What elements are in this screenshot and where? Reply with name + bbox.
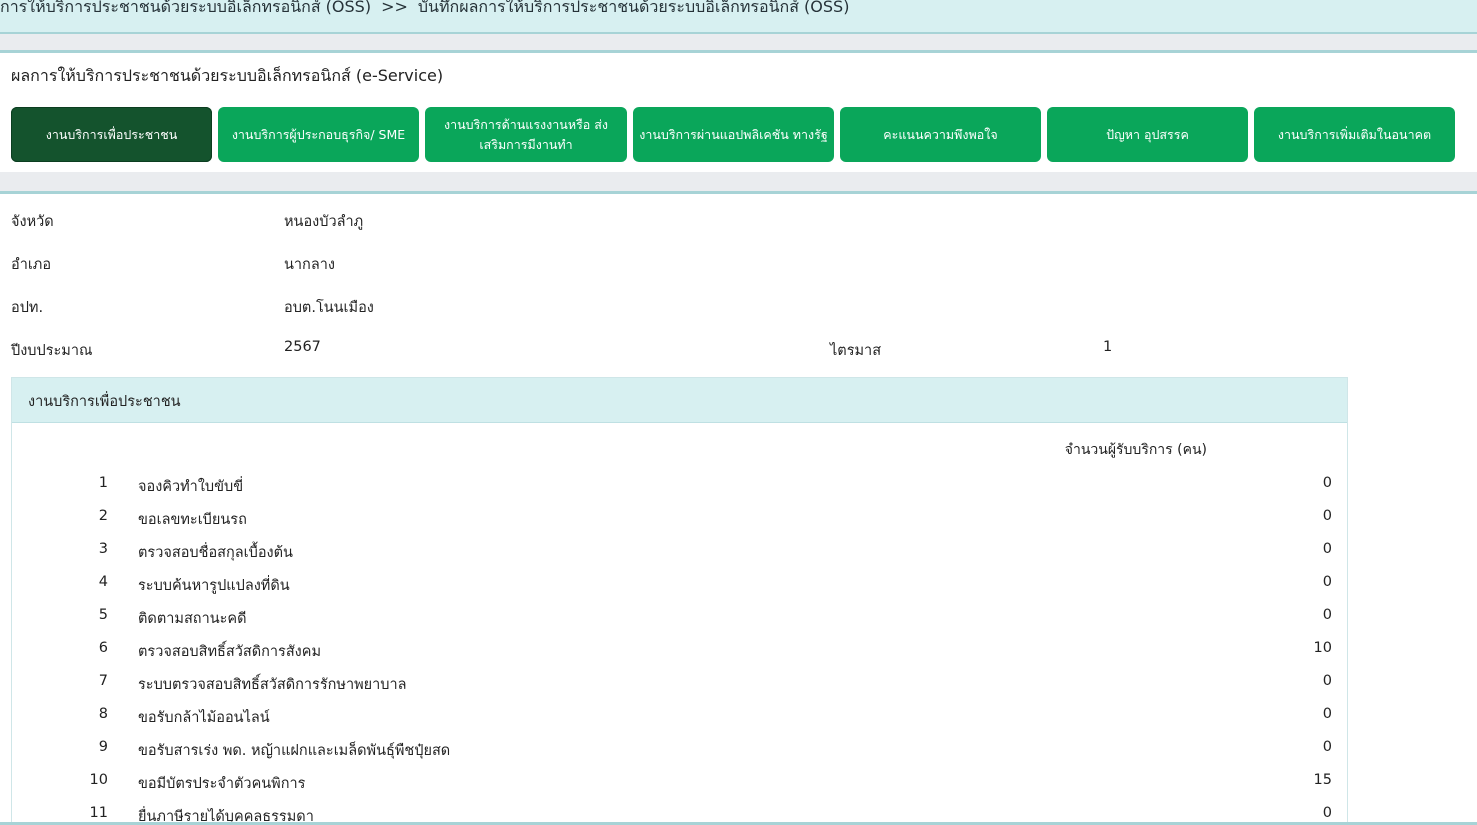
service-count: 0 bbox=[1322, 706, 1332, 722]
eservice-panel: ผลการให้บริการประชาชนด้วยระบบอิเล็กทรอนิ… bbox=[0, 50, 1477, 172]
breadcrumb-item-oss[interactable]: การให้บริการประชาชนด้วยระบบอิเล็กทรอนิกส… bbox=[0, 0, 371, 16]
service-count: 0 bbox=[1322, 739, 1332, 755]
tab-satisfaction-score[interactable]: คะแนนความพึงพอใจ bbox=[840, 107, 1041, 162]
row-number: 1 bbox=[98, 475, 108, 491]
row-number: 9 bbox=[98, 739, 108, 755]
row-number: 8 bbox=[98, 706, 108, 722]
tab-thangrat-app[interactable]: งานบริการผ่านแอปพลิเคชัน ทางรัฐ bbox=[633, 107, 834, 162]
district-value: นากลาง bbox=[284, 257, 335, 273]
service-record-panel: จังหวัด หนองบัวลำภู อำเภอ นากลาง อปท. อบ… bbox=[0, 191, 1477, 825]
row-number: 5 bbox=[98, 607, 108, 623]
table-row: 9 ขอรับสารเร่ง พด. หญ้าแฝกและเมล็ดพันธุ์พ… bbox=[12, 739, 1347, 772]
province-value: หนองบัวลำภู bbox=[284, 214, 364, 230]
service-name: ระบบตรวจสอบสิทธิ์สวัสดิการรักษาพยาบาล bbox=[138, 677, 407, 693]
service-name: ติดตามสถานะคดี bbox=[138, 611, 247, 627]
service-list: 1 จองคิวทำใบขับขี่ 0 2 ขอเลขทะเบียนรถ 0 3 ตรวจส… bbox=[12, 475, 1347, 825]
service-name: จองคิวทำใบขับขี่ bbox=[138, 479, 244, 495]
service-name: ขอมีบัตรประจำตัวคนพิการ bbox=[138, 776, 306, 792]
service-name: ขอรับสารเร่ง พด. หญ้าแฝกและเมล็ดพันธุ์พื… bbox=[138, 743, 451, 759]
public-service-card: งานบริการเพื่อประชาชน จำนวนผู้รับบริการ … bbox=[11, 377, 1348, 825]
tab-labor-employment[interactable]: งานบริการด้านแรงงานหรือ ส่งเสริมการมีงาน… bbox=[425, 107, 627, 162]
row-number: 7 bbox=[98, 673, 108, 689]
table-row: 2 ขอเลขทะเบียนรถ 0 bbox=[12, 508, 1347, 541]
table-row: 4 ระบบค้นหารูปแปลงที่ดิน 0 bbox=[12, 574, 1347, 607]
service-count: 0 bbox=[1322, 541, 1332, 557]
card-title: งานบริการเพื่อประชาชน bbox=[12, 378, 1347, 423]
tab-future-services[interactable]: งานบริการเพิ่มเติมในอนาคต bbox=[1254, 107, 1455, 162]
table-row: 10 ขอมีบัตรประจำตัวคนพิการ 15 bbox=[12, 772, 1347, 805]
row-number: 3 bbox=[98, 541, 108, 557]
table-row: 6 ตรวจสอบสิทธิ์สวัสดิการสังคม 10 bbox=[12, 640, 1347, 673]
district-label: อำเภอ bbox=[11, 257, 52, 273]
tab-business-sme[interactable]: งานบริการผู้ประกอบธุรกิจ/ SME bbox=[218, 107, 419, 162]
service-count: 0 bbox=[1322, 607, 1332, 623]
breadcrumb-separator: >> bbox=[381, 0, 408, 16]
service-count: 0 bbox=[1322, 475, 1332, 491]
service-name: ตรวจสอบสิทธิ์สวัสดิการสังคม bbox=[138, 644, 322, 660]
row-number: 10 bbox=[89, 772, 108, 788]
province-label: จังหวัด bbox=[11, 214, 54, 230]
row-number: 2 bbox=[98, 508, 108, 524]
table-row: 7 ระบบตรวจสอบสิทธิ์สวัสดิการรักษาพยาบาล 0 bbox=[12, 673, 1347, 706]
service-count: 0 bbox=[1322, 508, 1332, 524]
lao-value: อบต.โนนเมือง bbox=[284, 300, 374, 316]
quarter-value: 1 bbox=[1103, 339, 1113, 355]
service-name: ขอรับกล้าไม้ออนไลน์ bbox=[138, 710, 270, 726]
table-row: 5 ติดตามสถานะคดี 0 bbox=[12, 607, 1347, 640]
lao-label: อปท. bbox=[11, 300, 44, 316]
fiscal-year-label: ปีงบประมาณ bbox=[11, 343, 93, 359]
info-row-fiscal-year: ปีงบประมาณ 2567 ไตรมาส 1 bbox=[11, 339, 1211, 363]
tab-problems-obstacles[interactable]: ปัญหา อุปสรรค bbox=[1047, 107, 1248, 162]
service-name: ขอเลขทะเบียนรถ bbox=[138, 512, 247, 528]
panel-title: ผลการให้บริการประชาชนด้วยระบบอิเล็กทรอนิ… bbox=[11, 66, 444, 85]
table-row: 1 จองคิวทำใบขับขี่ 0 bbox=[12, 475, 1347, 508]
count-column-header: จำนวนผู้รับบริการ (คน) bbox=[1064, 442, 1207, 458]
service-count: 0 bbox=[1322, 673, 1332, 689]
breadcrumb-item-current: บันทึกผลการให้บริการประชาชนด้วยระบบอิเล็… bbox=[417, 0, 850, 16]
table-row: 3 ตรวจสอบชื่อสกุลเบื้องต้น 0 bbox=[12, 541, 1347, 574]
service-count: 15 bbox=[1313, 772, 1332, 788]
row-number: 11 bbox=[89, 805, 108, 821]
row-number: 4 bbox=[98, 574, 108, 590]
row-number: 6 bbox=[98, 640, 108, 656]
breadcrumb: การให้บริการประชาชนด้วยระบบอิเล็กทรอนิกส… bbox=[0, 0, 849, 22]
quarter-label: ไตรมาส bbox=[830, 343, 882, 359]
fiscal-year-value: 2567 bbox=[284, 339, 321, 355]
breadcrumb-bar: การให้บริการประชาชนด้วยระบบอิเล็กทรอนิกส… bbox=[0, 0, 1477, 34]
service-count: 10 bbox=[1313, 640, 1332, 656]
tab-public-service[interactable]: งานบริการเพื่อประชาชน bbox=[11, 107, 212, 162]
service-name: ตรวจสอบชื่อสกุลเบื้องต้น bbox=[138, 545, 293, 561]
service-count: 0 bbox=[1322, 574, 1332, 590]
service-name: ระบบค้นหารูปแปลงที่ดิน bbox=[138, 578, 290, 594]
table-row: 8 ขอรับกล้าไม้ออนไลน์ 0 bbox=[12, 706, 1347, 739]
service-count: 0 bbox=[1322, 805, 1332, 821]
